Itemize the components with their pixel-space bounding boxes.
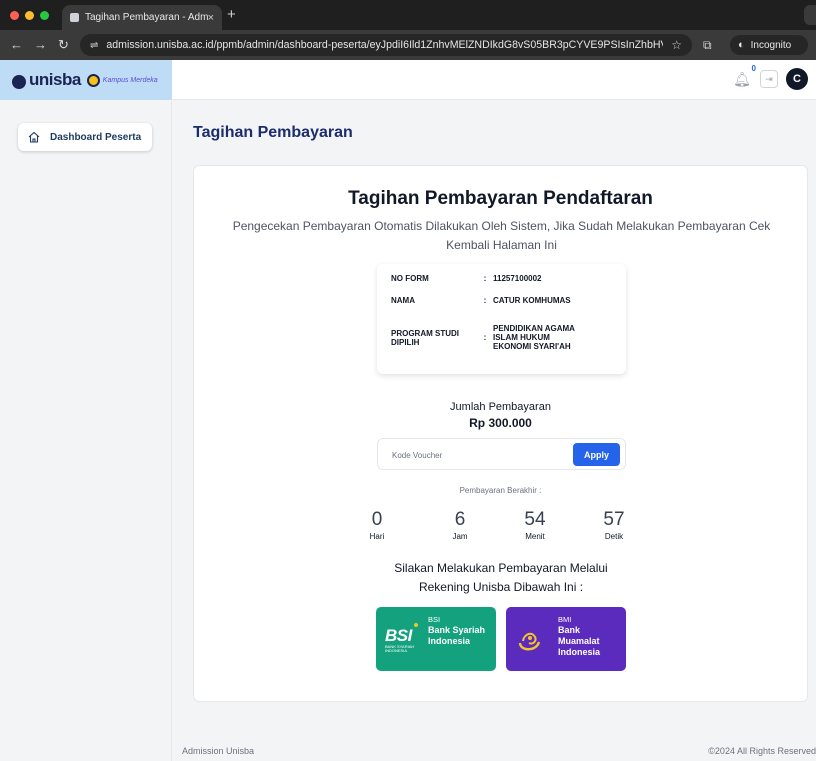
incognito-indicator[interactable]: ◐ Incognito [730, 35, 808, 55]
back-arrow-icon[interactable]: ← [10, 37, 23, 52]
info-label: PROGRAM STUDI DIPILIH [391, 328, 459, 347]
kampus-merdeka-icon [86, 73, 100, 87]
countdown-seconds: 57 Detik [596, 509, 632, 541]
footer-brand: Admission Unisba [182, 746, 255, 756]
info-value: 11257100002 [493, 274, 542, 283]
address-bar[interactable]: ⇌ admission.unisba.ac.id/ppmb/admin/dash… [80, 34, 692, 56]
bell-icon: 🔔︎ [733, 70, 751, 87]
bsi-logo-subtext: BANK SYARIAH INDONESIA [385, 644, 415, 653]
tab-search-button[interactable] [804, 5, 816, 25]
info-row-nama: NAMA : CATUR KOMHUMAS [391, 296, 613, 305]
browser-tab[interactable]: Tagihan Pembayaran - Admi × [62, 5, 222, 30]
countdown-unit: Hari [369, 532, 385, 541]
home-icon [28, 131, 40, 143]
sidebar: Dashboard Peserta [0, 101, 172, 761]
countdown-value: 6 [454, 509, 466, 530]
incognito-icon: ◐ [738, 39, 745, 51]
sidebar-item-label: Dashboard Peserta [50, 131, 142, 143]
countdown-value: 54 [524, 509, 546, 530]
info-value: PENDIDIKAN AGAMA ISLAM HUKUM EKONOMI SYA… [493, 324, 575, 351]
avatar[interactable]: C [786, 68, 808, 90]
countdown-minutes: 54 Menit [517, 509, 553, 541]
notification-button[interactable]: 🔔︎ 0 [732, 64, 756, 90]
apply-voucher-button[interactable]: Apply [573, 443, 620, 466]
url-text[interactable]: admission.unisba.ac.id/ppmb/admin/dashbo… [106, 39, 663, 51]
info-row-program-studi: PROGRAM STUDI DIPILIH : PENDIDIKAN AGAMA… [391, 324, 589, 351]
countdown-value: 0 [371, 509, 383, 530]
browser-toolbar: ← → ↻ ⇌ admission.unisba.ac.id/ppmb/admi… [0, 30, 816, 60]
bank-name: Bank Muamalat Indonesia [558, 625, 601, 657]
registrant-info: NO FORM : 11257100002 NAMA : CATUR KOMHU… [377, 264, 626, 374]
card-subtitle: Pengecekan Pembayaran Otomatis Dilakukan… [232, 219, 771, 252]
extensions-icon[interactable]: ⧉ [703, 38, 712, 53]
unisba-logo-icon [12, 75, 26, 89]
favicon-icon [70, 13, 79, 22]
bookmark-star-icon[interactable]: ☆ [671, 38, 682, 52]
forward-arrow-icon[interactable]: → [34, 37, 47, 52]
countdown-unit: Jam [452, 532, 468, 541]
info-label: NO FORM [391, 274, 429, 283]
tab-close-icon[interactable]: × [208, 12, 214, 24]
logout-icon[interactable]: ⇥ [760, 70, 778, 88]
countdown-days: 0 Hari [367, 509, 387, 541]
voucher-input[interactable] [386, 446, 566, 464]
card-title: Tagihan Pembayaran Pendaftaran [348, 188, 653, 209]
header-actions: 🔔︎ 0 ⇥ C [732, 64, 808, 90]
payment-card: Tagihan Pembayaran Pendaftaran Pengeceka… [193, 165, 808, 702]
kampus-merdeka-logo: Kampus Merdeka [86, 73, 158, 87]
bank-card-bsi[interactable]: BSI BANK SYARIAH INDONESIA BSI Bank Syar… [376, 607, 496, 671]
countdown-value: 57 [603, 509, 625, 530]
new-tab-button[interactable]: + [227, 6, 236, 23]
countdown-unit: Menit [525, 532, 545, 541]
info-separator: : [483, 274, 487, 283]
voucher-form: Apply [377, 438, 626, 470]
brand-logo[interactable]: unisba Kampus Merdeka [0, 60, 172, 100]
tab-title: Tagihan Pembayaran - Admi [85, 12, 208, 23]
minimize-window-button[interactable] [25, 11, 34, 20]
reload-icon[interactable]: ↻ [58, 37, 69, 53]
info-row-no-form: NO FORM : 11257100002 [391, 274, 613, 283]
info-value: CATUR KOMHUMAS [493, 296, 571, 305]
bank-code: BMI [558, 615, 572, 624]
footer-copyright: ©2024 All Rights Reserved [708, 746, 816, 756]
bmi-logo-icon [518, 632, 541, 651]
sidebar-item-dashboard-peserta[interactable]: Dashboard Peserta [18, 123, 152, 151]
close-window-button[interactable] [10, 11, 19, 20]
amount-label: Jumlah Pembayaran [450, 401, 551, 413]
expiry-label: Pembayaran Berakhir : [459, 486, 542, 495]
maximize-window-button[interactable] [40, 11, 49, 20]
incognito-label: Incognito [750, 39, 792, 51]
info-label: NAMA [391, 296, 415, 305]
page-title: Tagihan Pembayaran [193, 124, 353, 141]
bank-card-bmi[interactable]: BMI Bank Muamalat Indonesia [506, 607, 626, 671]
notification-count: 0 [751, 64, 756, 73]
countdown-hours: 6 Jam [445, 509, 475, 541]
browser-tab-bar: Tagihan Pembayaran - Admi × + [0, 0, 816, 30]
countdown-unit: Detik [604, 532, 624, 541]
bsi-logo-icon: BSI [385, 626, 412, 645]
kampus-merdeka-text: Kampus Merdeka [102, 76, 158, 84]
amount-value: Rp 300.000 [469, 416, 532, 430]
bank-code: BSI [428, 615, 441, 624]
info-separator: : [483, 333, 487, 342]
bsi-logo-dot [414, 623, 418, 627]
site-info-icon[interactable]: ⇌ [90, 40, 98, 51]
logo-text: unisba [29, 70, 81, 89]
app-header: unisba Kampus Merdeka 🔔︎ 0 ⇥ C [0, 60, 816, 100]
payment-instruction: Silakan Melakukan Pembayaran Melalui Rek… [394, 561, 608, 594]
bank-name: Bank Syariah Indonesia [428, 625, 486, 646]
info-separator: : [483, 296, 487, 305]
